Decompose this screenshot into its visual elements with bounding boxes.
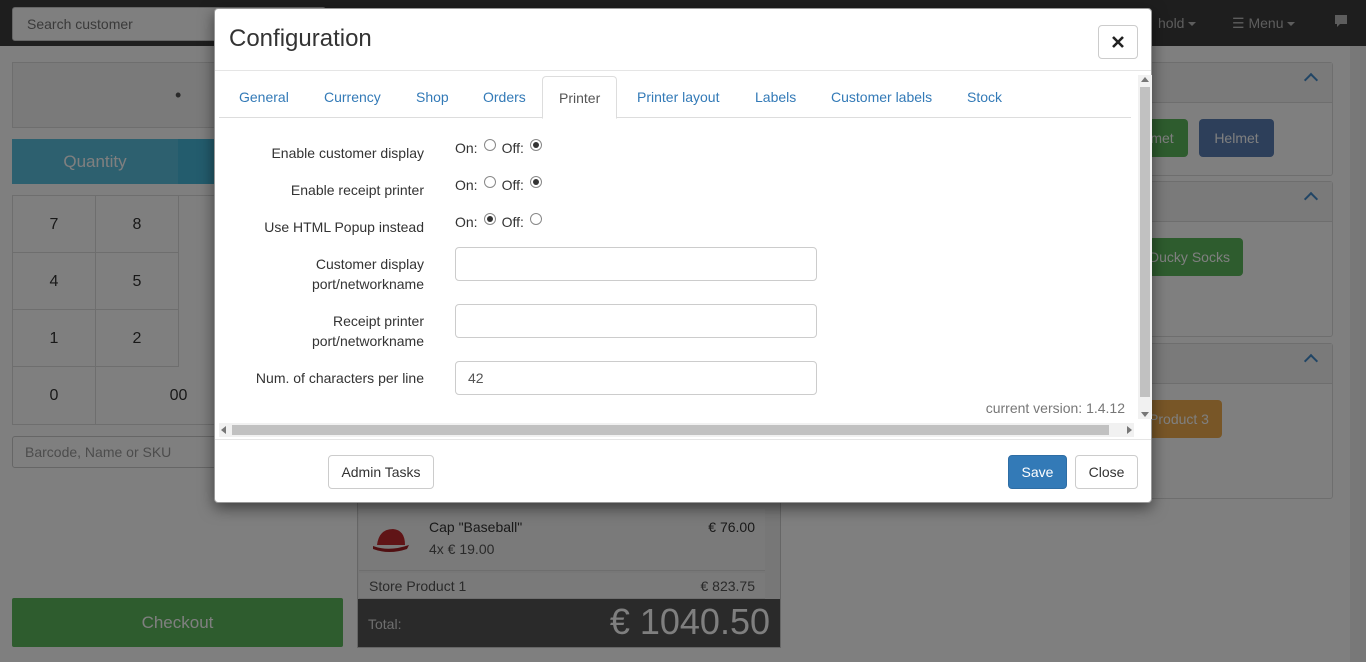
- tab-labels[interactable]: Labels: [739, 76, 812, 118]
- modal-header: Configuration: [215, 9, 1151, 71]
- tab-printer[interactable]: Printer: [542, 76, 618, 119]
- scroll-up-arrow-icon[interactable]: [1141, 77, 1149, 82]
- html-popup-on-radio[interactable]: [483, 213, 496, 225]
- configuration-modal: Configuration General Currency Shop Orde…: [214, 8, 1152, 503]
- receipt-printer-radio-group: On: Off:: [455, 176, 548, 193]
- modal-body: General Currency Shop Orders Printer Pri…: [219, 76, 1137, 424]
- chars-per-line-input[interactable]: [455, 361, 817, 395]
- scrollbar-thumb[interactable]: [232, 425, 1109, 435]
- label-line: Receipt printer: [332, 313, 424, 329]
- label-line: port/networkname: [311, 276, 424, 292]
- tab-currency[interactable]: Currency: [308, 76, 397, 118]
- tab-stock[interactable]: Stock: [951, 76, 1018, 118]
- close-icon: [1112, 36, 1124, 48]
- modal-close-button[interactable]: [1098, 25, 1138, 59]
- chars-per-line-label: Num. of characters per line: [255, 370, 424, 386]
- radio-off-label: Off:: [501, 140, 524, 156]
- radio-on-label: On:: [455, 177, 478, 193]
- receipt-printer-on-radio[interactable]: [483, 176, 496, 188]
- label-line: Customer display: [315, 256, 424, 272]
- customer-display-off-radio[interactable]: [529, 139, 542, 151]
- customer-display-port-input[interactable]: [455, 247, 817, 281]
- tab-printer-layout[interactable]: Printer layout: [621, 76, 735, 118]
- receipt-printer-off-radio[interactable]: [529, 176, 542, 188]
- version-text: current version: 1.4.12: [985, 400, 1125, 416]
- customer-display-port-label: Customer display port/networkname: [219, 254, 424, 294]
- close-button[interactable]: Close: [1075, 455, 1138, 489]
- modal-vertical-scrollbar[interactable]: [1138, 75, 1152, 419]
- scrollbar-thumb[interactable]: [1140, 87, 1150, 397]
- scroll-down-arrow-icon[interactable]: [1141, 412, 1149, 417]
- radio-on-label: On:: [455, 140, 478, 156]
- tab-orders[interactable]: Orders: [467, 76, 542, 118]
- label-line: port/networkname: [311, 333, 424, 349]
- modal-horizontal-scrollbar[interactable]: [219, 423, 1134, 437]
- radio-off-label: Off:: [501, 214, 524, 230]
- customer-display-radio-group: On: Off:: [455, 139, 548, 156]
- tab-customer-labels[interactable]: Customer labels: [815, 76, 948, 118]
- html-popup-off-radio[interactable]: [529, 213, 542, 225]
- radio-off-label: Off:: [501, 177, 524, 193]
- admin-tasks-button[interactable]: Admin Tasks: [328, 455, 434, 489]
- save-button[interactable]: Save: [1008, 455, 1067, 489]
- html-popup-label: Use HTML Popup instead: [264, 219, 424, 235]
- tab-general[interactable]: General: [223, 76, 305, 118]
- modal-title: Configuration: [229, 25, 372, 52]
- receipt-printer-port-label: Receipt printer port/networkname: [219, 311, 424, 351]
- scroll-right-arrow-icon[interactable]: [1127, 426, 1132, 434]
- radio-on-label: On:: [455, 214, 478, 230]
- receipt-printer-port-input[interactable]: [455, 304, 817, 338]
- html-popup-radio-group: On: Off:: [455, 213, 548, 230]
- scroll-left-arrow-icon[interactable]: [221, 426, 226, 434]
- customer-display-on-radio[interactable]: [483, 139, 496, 151]
- receipt-printer-label: Enable receipt printer: [290, 182, 424, 198]
- tab-shop[interactable]: Shop: [400, 76, 465, 118]
- config-tabs: General Currency Shop Orders Printer Pri…: [219, 76, 1131, 119]
- modal-footer: Admin Tasks Save Close: [215, 439, 1151, 503]
- customer-display-label: Enable customer display: [271, 145, 424, 161]
